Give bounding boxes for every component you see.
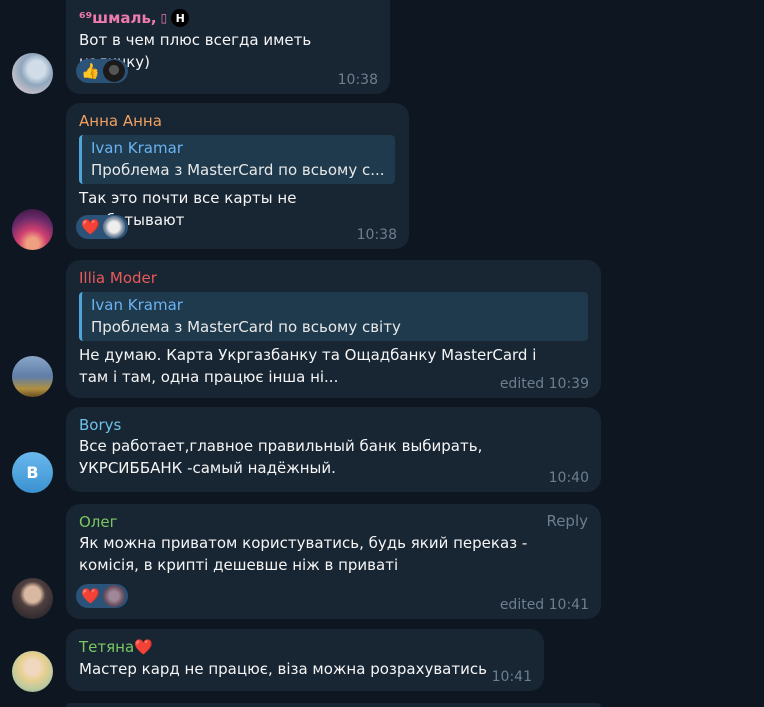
sender-name[interactable]: Illia Moder bbox=[79, 268, 588, 288]
reactions: ❤️ bbox=[76, 215, 128, 239]
reaction-heart[interactable]: ❤️ bbox=[76, 584, 128, 608]
avatar[interactable] bbox=[12, 209, 53, 250]
reactions: ❤️ bbox=[76, 584, 128, 608]
message-text: Не думаю. Карта Укргазбанку та Ощадбанку… bbox=[79, 346, 537, 386]
message-text: Мастер кард не працює, віза можна розрах… bbox=[79, 660, 487, 678]
message-text: Як можна приватом користуватись, будь як… bbox=[79, 534, 528, 574]
message-time: 10:38 bbox=[356, 227, 397, 243]
reply-quote[interactable]: Ivan Kramar Проблема з MasterCard по всь… bbox=[79, 292, 588, 341]
message-bubble[interactable]: Анна Анна Ivan Kramar Проблема з MasterC… bbox=[66, 103, 409, 249]
reply-author: Ivan Kramar bbox=[91, 296, 183, 314]
avatar[interactable]: B bbox=[12, 452, 53, 493]
message-bubble[interactable]: ⁶⁹шмаль, ▯ H Вот в чем плюс всегда иметь… bbox=[66, 0, 390, 94]
message-time: 10:38 bbox=[337, 72, 378, 88]
sender-badge: ▯ bbox=[160, 11, 168, 25]
reaction-heart[interactable]: ❤️ bbox=[76, 215, 128, 239]
message-bubble-partial[interactable] bbox=[66, 703, 601, 707]
avatar[interactable] bbox=[12, 578, 53, 619]
reply-text: Проблема з MasterCard по всьому світу bbox=[91, 318, 401, 336]
avatar[interactable] bbox=[12, 53, 53, 94]
reactor-avatar bbox=[103, 216, 125, 238]
message-time: edited 10:41 bbox=[499, 597, 589, 613]
reaction-thumbs-up[interactable]: 👍 bbox=[76, 59, 128, 83]
message-bubble[interactable]: Illia Moder Ivan Kramar Проблема з Maste… bbox=[66, 260, 601, 398]
message-time: edited 10:39 bbox=[499, 376, 589, 392]
reply-text: Проблема з MasterCard по всьому с... bbox=[91, 161, 385, 179]
message-bubble[interactable]: Олег Reply Як можна приватом користувати… bbox=[66, 504, 601, 619]
reactor-avatar bbox=[103, 60, 125, 82]
reactor-avatar bbox=[103, 585, 125, 607]
reply-author: Ivan Kramar bbox=[91, 139, 183, 157]
heart-icon: ❤️ bbox=[81, 218, 100, 236]
reply-quote[interactable]: Ivan Kramar Проблема з MasterCard по всь… bbox=[79, 135, 395, 184]
sender-emoji-badge: H bbox=[171, 9, 190, 27]
message-time: 10:41 bbox=[491, 669, 532, 685]
avatar[interactable] bbox=[12, 651, 53, 692]
message-text: Все работает,главное правильный банк выб… bbox=[79, 437, 483, 477]
message-bubble[interactable]: Тетяна❤️ Мастер кард не працює, віза мож… bbox=[66, 629, 544, 691]
sender-name[interactable]: Анна Анна bbox=[79, 111, 396, 131]
sender-name[interactable]: ⁶⁹шмаль, bbox=[79, 8, 157, 28]
thumbs-up-icon: 👍 bbox=[81, 62, 100, 80]
heart-icon: ❤️ bbox=[81, 587, 100, 605]
sender-name[interactable]: Borys bbox=[79, 415, 588, 435]
reply-button[interactable]: Reply bbox=[546, 512, 588, 530]
message-time: 10:40 bbox=[548, 470, 589, 486]
avatar[interactable] bbox=[12, 356, 53, 397]
reactions: 👍 bbox=[76, 59, 128, 83]
sender-name[interactable]: Олег bbox=[79, 512, 588, 532]
sender-name[interactable]: Тетяна❤️ bbox=[79, 637, 531, 657]
message-bubble[interactable]: Borys Все работает,главное правильный ба… bbox=[66, 407, 601, 492]
